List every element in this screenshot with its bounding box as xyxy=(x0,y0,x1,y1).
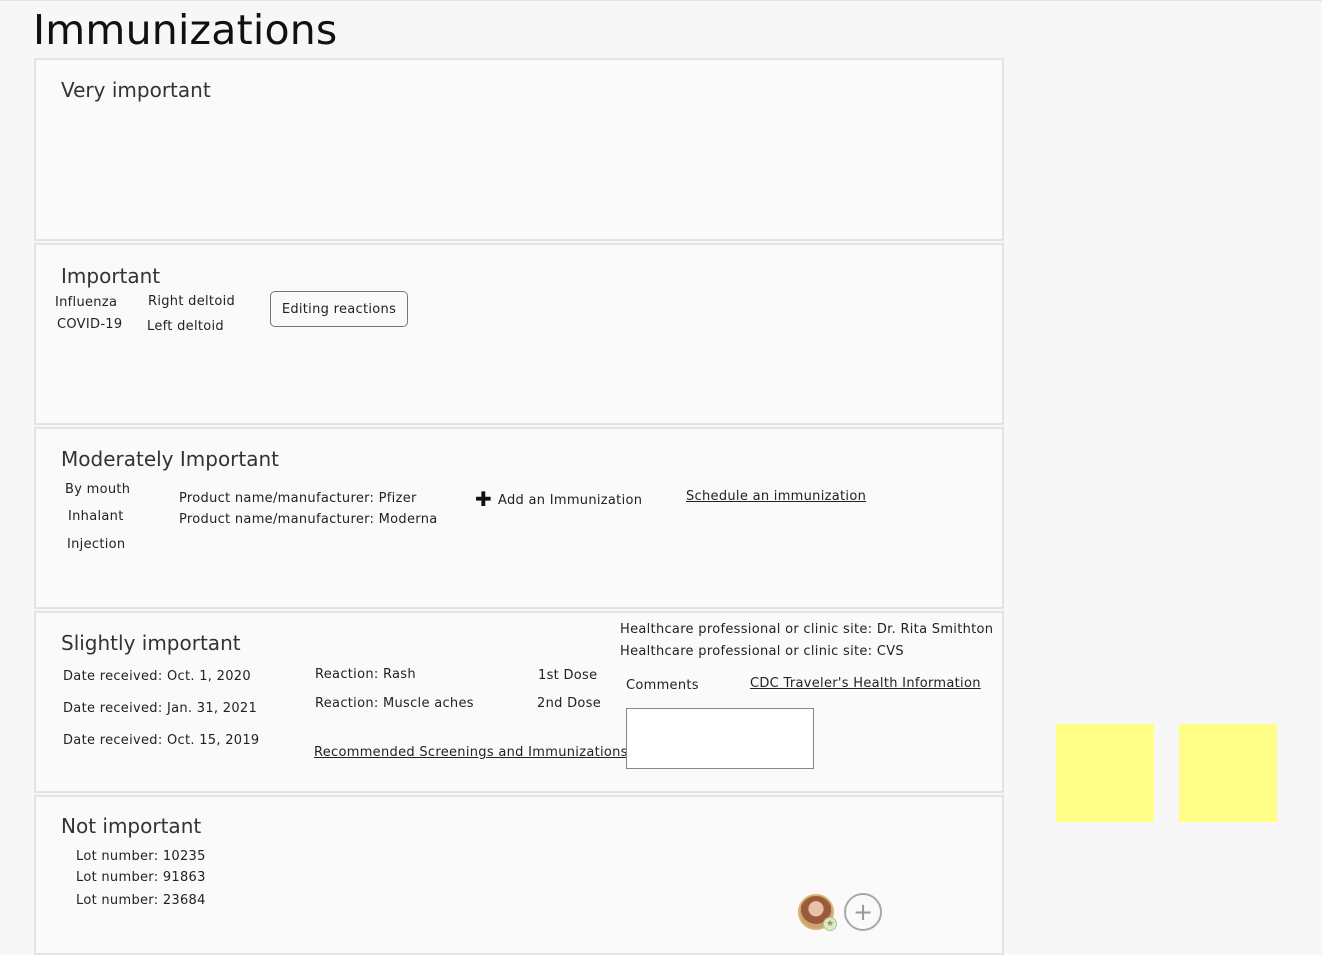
product-manufacturer: Product name/manufacturer: Pfizer xyxy=(179,491,417,506)
section-not-important: Not important Lot number: 10235 Lot numb… xyxy=(34,795,1004,955)
route-label: Inhalant xyxy=(68,509,124,524)
provider-label: Healthcare professional or clinic site: … xyxy=(620,644,904,659)
plus-circle-icon[interactable]: + xyxy=(844,893,882,931)
vaccine-name: COVID-19 xyxy=(57,317,123,332)
editing-reactions-button[interactable]: Editing reactions xyxy=(270,291,408,327)
cdc-travelers-health-link[interactable]: CDC Traveler's Health Information xyxy=(750,676,981,691)
reaction-label: Reaction: Muscle aches xyxy=(315,696,474,711)
provider-label: Healthcare professional or clinic site: … xyxy=(620,622,994,637)
date-received: Date received: Oct. 15, 2019 xyxy=(63,733,260,748)
star-badge-icon: ★ xyxy=(823,917,837,931)
comments-label: Comments xyxy=(626,678,699,693)
section-moderately-important: Moderately Important By mouth Inhalant I… xyxy=(34,427,1004,609)
lot-number: Lot number: 23684 xyxy=(76,893,206,908)
date-received: Date received: Jan. 31, 2021 xyxy=(63,701,258,716)
section-very-important: Very important xyxy=(34,58,1004,241)
recommended-screenings-link[interactable]: Recommended Screenings and Immunizations xyxy=(314,745,628,760)
sticky-note[interactable] xyxy=(1179,724,1277,822)
section-important: Important Influenza COVID-19 Right delto… xyxy=(34,243,1004,425)
plus-icon[interactable]: ✚ xyxy=(475,489,492,509)
schedule-immunization-link[interactable]: Schedule an immunization xyxy=(686,489,866,504)
injection-site: Left deltoid xyxy=(147,319,224,334)
route-label: Injection xyxy=(67,537,126,552)
route-label: By mouth xyxy=(65,482,131,497)
section-title: Important xyxy=(61,264,161,288)
add-immunization-button[interactable]: Add an Immunization xyxy=(498,493,642,508)
product-manufacturer: Product name/manufacturer: Moderna xyxy=(179,512,438,527)
date-received: Date received: Oct. 1, 2020 xyxy=(63,669,251,684)
section-title: Not important xyxy=(61,814,202,838)
reaction-label: Reaction: Rash xyxy=(315,667,416,682)
vaccine-name: Influenza xyxy=(55,295,118,310)
injection-site: Right deltoid xyxy=(148,294,236,309)
lot-number: Lot number: 91863 xyxy=(76,870,206,885)
section-slightly-important: Slightly important Date received: Oct. 1… xyxy=(34,611,1004,793)
sticky-note[interactable] xyxy=(1056,724,1154,822)
top-divider xyxy=(0,0,1322,1)
section-title: Slightly important xyxy=(61,631,241,655)
page-title: Immunizations xyxy=(33,6,338,54)
dose-label: 2nd Dose xyxy=(537,696,602,711)
dose-label: 1st Dose xyxy=(538,668,598,683)
section-title: Very important xyxy=(61,78,211,102)
section-title: Moderately Important xyxy=(61,447,280,471)
comments-field[interactable] xyxy=(626,708,814,769)
lot-number: Lot number: 10235 xyxy=(76,849,206,864)
